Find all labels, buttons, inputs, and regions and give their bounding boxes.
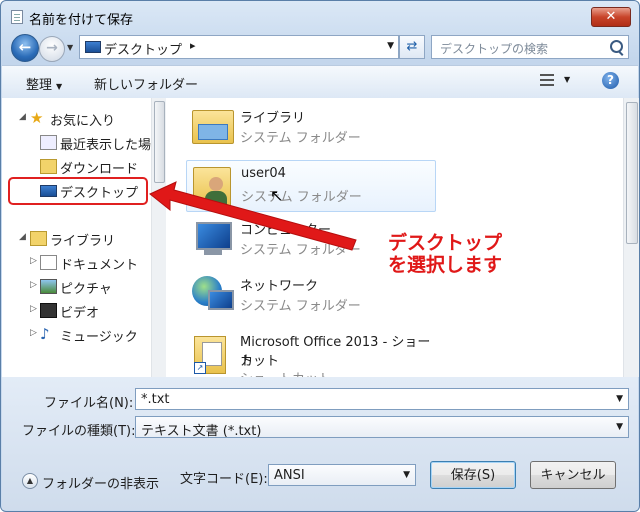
annotation-line-2: を選択します xyxy=(388,254,503,276)
annotation-arrow xyxy=(149,181,357,251)
annotation-text: デスクトップ を選択します xyxy=(388,232,502,276)
annotation-line-1: デスクトップ xyxy=(388,232,503,254)
mouse-cursor-icon: ↖ xyxy=(270,186,284,205)
